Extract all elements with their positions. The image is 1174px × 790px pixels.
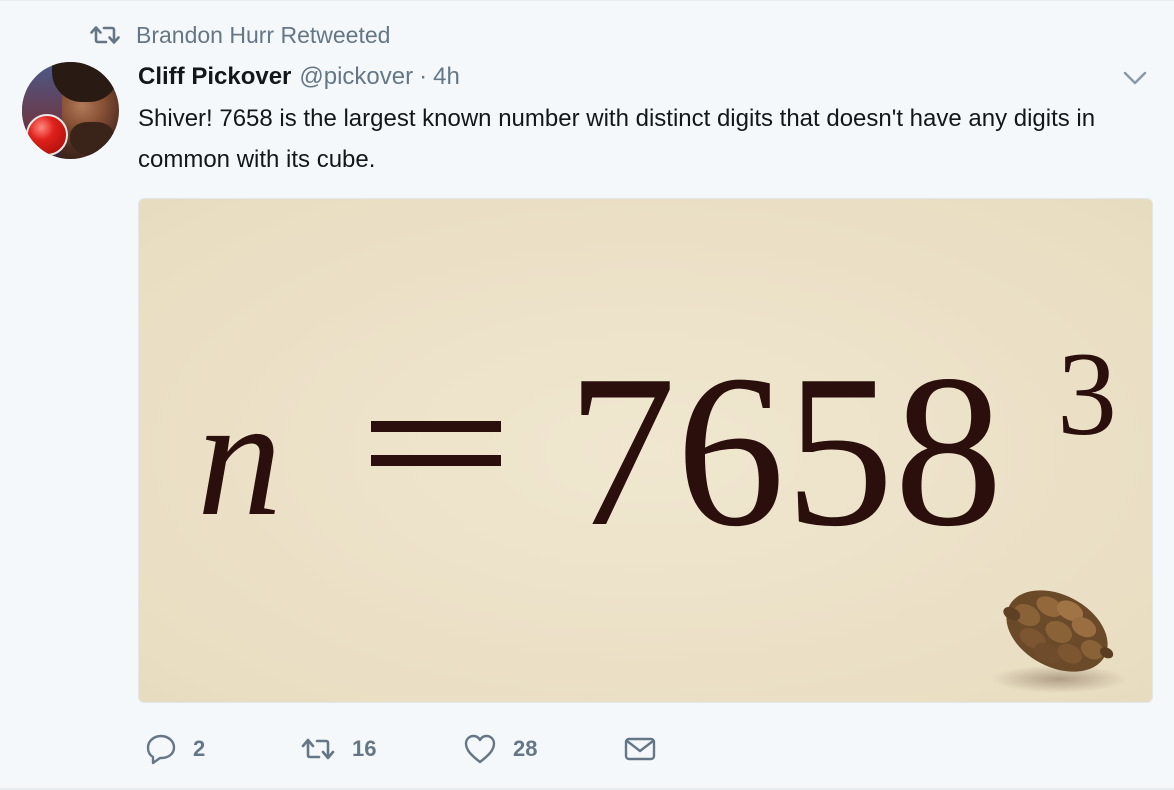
tweet-text: Shiver! 7658 is the largest known number… xyxy=(138,105,1096,173)
like-count: 28 xyxy=(513,736,538,761)
direct-message-button[interactable] xyxy=(623,731,657,767)
reply-icon xyxy=(145,733,177,765)
tweet-header: Cliff Pickover @pickover · 4h xyxy=(138,61,460,93)
author-name[interactable]: Cliff Pickover xyxy=(138,63,291,91)
separator-dot: · xyxy=(419,63,428,90)
heart-icon xyxy=(463,733,497,765)
retweet-button[interactable]: 16 xyxy=(300,731,376,767)
timestamp[interactable]: 4h xyxy=(433,63,460,91)
equation-exponent: 3 xyxy=(1057,327,1117,460)
author-handle[interactable]: @pickover xyxy=(299,63,413,91)
equation-variable: n xyxy=(197,363,282,551)
envelope-icon xyxy=(623,735,657,763)
avatar-hair xyxy=(52,62,119,102)
retweet-icon xyxy=(90,24,120,46)
equals-bar-bottom xyxy=(371,455,501,466)
reply-count: 2 xyxy=(193,736,206,761)
reply-button[interactable]: 2 xyxy=(145,731,205,767)
avatar-beard xyxy=(70,122,114,156)
like-button[interactable]: 28 xyxy=(463,731,537,767)
avatar[interactable] xyxy=(22,62,119,159)
tweet-media-image[interactable]: n 7658 3 xyxy=(138,198,1153,703)
retweet-icon xyxy=(300,735,336,763)
equals-bar-top xyxy=(371,421,501,432)
retweet-context: Brandon Hurr Retweeted xyxy=(90,21,390,49)
retweet-count: 16 xyxy=(352,736,377,761)
retweet-context-text[interactable]: Brandon Hurr Retweeted xyxy=(136,22,390,49)
avatar-red-ball xyxy=(26,114,68,156)
chevron-down-icon[interactable] xyxy=(1122,69,1148,87)
tweet[interactable]: Brandon Hurr Retweeted Cliff Pickover @p… xyxy=(0,0,1174,790)
equation-base: 7658 xyxy=(567,331,1003,572)
